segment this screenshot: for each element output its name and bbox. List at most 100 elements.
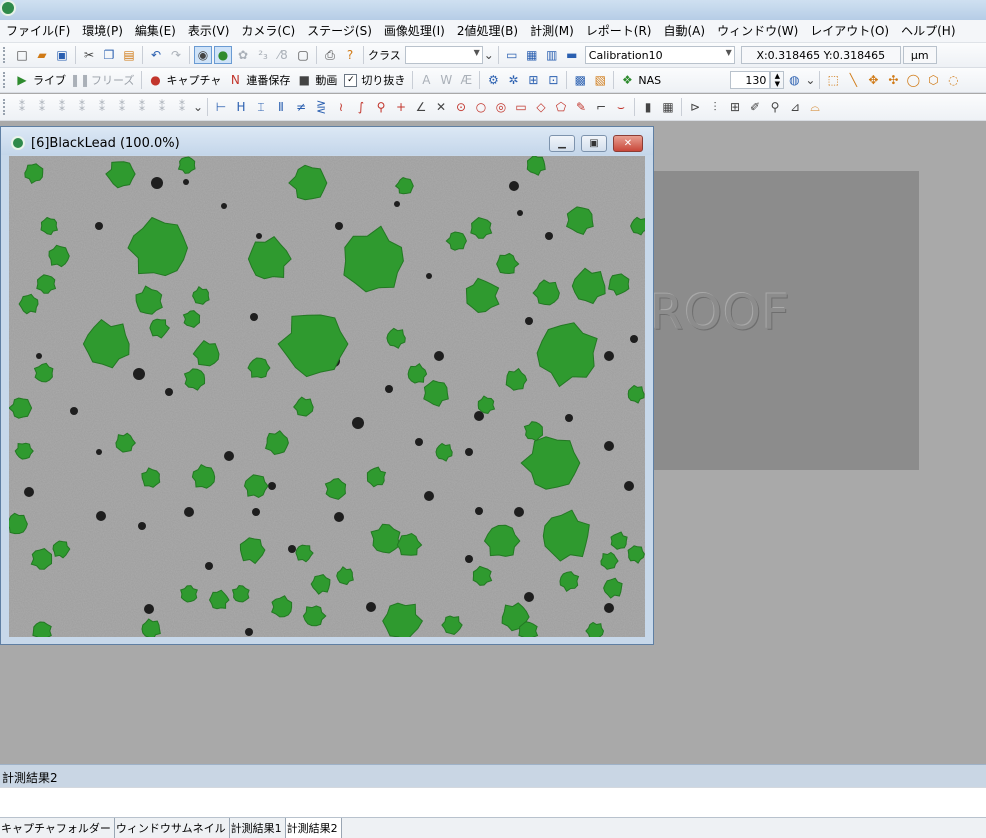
capture-record-icon[interactable]: ● xyxy=(146,71,164,89)
menu-binary-processing[interactable]: 2値処理(B) xyxy=(451,20,524,42)
point-link-icon[interactable]: ⚲ xyxy=(372,98,390,116)
dim-tool-3-icon[interactable]: ⁑ xyxy=(53,98,71,116)
close-button[interactable]: ✕ xyxy=(613,135,643,152)
dim-tool-1-icon[interactable]: ⁑ xyxy=(13,98,31,116)
save-icon[interactable]: ▣ xyxy=(53,46,71,64)
globe-icon[interactable]: ◍ xyxy=(785,71,803,89)
calibration-icon[interactable]: ▬ xyxy=(563,46,581,64)
scale-bar-icon[interactable]: ▦ xyxy=(523,46,541,64)
circle-3pt-icon[interactable]: ◎ xyxy=(492,98,510,116)
move-vertical-icon[interactable]: ✥ xyxy=(864,71,882,89)
rectangle-icon[interactable]: ▭ xyxy=(512,98,530,116)
shading-icon[interactable]: ✲ xyxy=(504,71,522,89)
line-select-icon[interactable]: ╲ xyxy=(844,71,862,89)
help-icon[interactable]: ? xyxy=(341,46,359,64)
fit-icon[interactable]: ⊡ xyxy=(544,71,562,89)
menu-report[interactable]: レポート(R) xyxy=(580,20,658,42)
new-file-icon[interactable]: □ xyxy=(13,46,31,64)
arrow-step-icon[interactable]: ⊳ xyxy=(686,98,704,116)
freehand-select-icon[interactable]: ◌ xyxy=(944,71,962,89)
calibration-select[interactable]: Calibration10 ▼ xyxy=(584,46,735,64)
freeze-button[interactable]: フリーズ xyxy=(91,72,134,88)
counter-icon[interactable]: ▦ xyxy=(659,98,677,116)
dim-tool-4-icon[interactable]: ⁑ xyxy=(73,98,91,116)
parallel-measure-icon[interactable]: H xyxy=(232,98,250,116)
paste-icon[interactable]: ▤ xyxy=(120,46,138,64)
menu-window[interactable]: ウィンドウ(W) xyxy=(711,20,804,42)
grid-icon[interactable]: ▥ xyxy=(543,46,561,64)
class-select[interactable]: ▼ xyxy=(404,46,483,64)
nas-icon[interactable]: ❖ xyxy=(618,71,636,89)
dim-tool-2-icon[interactable]: ⁑ xyxy=(33,98,51,116)
circle-icon[interactable]: ○ xyxy=(472,98,490,116)
export-icon[interactable]: ▩ xyxy=(571,71,589,89)
dim-tool-9-icon[interactable]: ⁑ xyxy=(173,98,191,116)
toolbar-grip[interactable] xyxy=(3,99,8,115)
redo-icon[interactable]: ↷ xyxy=(167,46,185,64)
micrograph-canvas[interactable] xyxy=(9,156,645,637)
tab-window-thumbnail[interactable]: ウィンドウサムネイル xyxy=(115,818,230,838)
polygon-icon[interactable]: ⬠ xyxy=(552,98,570,116)
toolbar-overflow-icon[interactable]: ⌄ xyxy=(484,46,494,64)
vertical-measure-icon[interactable]: ⌶ xyxy=(252,98,270,116)
menu-auto[interactable]: 自動(A) xyxy=(657,20,711,42)
cut-icon[interactable]: ✂ xyxy=(80,46,98,64)
live-button[interactable]: ライブ xyxy=(33,72,66,88)
camera-view-icon[interactable]: ◉ xyxy=(194,46,212,64)
numbering-icon[interactable]: ²₃ xyxy=(254,46,272,64)
menu-view[interactable]: 表示(V) xyxy=(182,20,236,42)
rect-select-icon[interactable]: ⬚ xyxy=(824,71,842,89)
line-measure-icon[interactable]: ⊢ xyxy=(212,98,230,116)
curve-icon[interactable]: ≀ xyxy=(332,98,350,116)
menu-measure[interactable]: 計測(M) xyxy=(524,20,580,42)
bridge-icon[interactable]: ⌓ xyxy=(806,98,824,116)
spline-icon[interactable]: ∫ xyxy=(352,98,370,116)
freeze-pause-icon[interactable]: ❚❚ xyxy=(70,71,90,89)
dim-tool-7-icon[interactable]: ⁑ xyxy=(133,98,151,116)
tab-capture-folder[interactable]: キャプチャフォルダー xyxy=(0,818,115,838)
open-folder-icon[interactable]: ▰ xyxy=(33,46,51,64)
tab-results-2[interactable]: 計測結果2 xyxy=(285,818,342,838)
serial-save-icon[interactable]: N xyxy=(226,71,244,89)
pencil-icon[interactable]: ✐ xyxy=(746,98,764,116)
cross-angle-icon[interactable]: ✕ xyxy=(432,98,450,116)
image-window-titlebar[interactable]: [6]BlackLead (100.0%) ▁ ▣ ✕ xyxy=(1,127,653,155)
undo-icon[interactable]: ↶ xyxy=(147,46,165,64)
horizontal-measure-icon[interactable]: Ⅱ xyxy=(272,98,290,116)
ruler-marker-icon[interactable]: ▮ xyxy=(639,98,657,116)
ruler-icon[interactable]: ▭ xyxy=(503,46,521,64)
copy-icon[interactable]: ❐ xyxy=(100,46,118,64)
ellipse-select-icon[interactable]: ◯ xyxy=(904,71,922,89)
print-icon[interactable]: ⎙ xyxy=(321,46,339,64)
toolbar-overflow-icon[interactable]: ⌄ xyxy=(193,98,203,116)
auto-measure-icon[interactable]: ⊿ xyxy=(786,98,804,116)
multi-line-icon[interactable]: ≠ xyxy=(292,98,310,116)
text-a-icon[interactable]: A xyxy=(417,71,435,89)
menu-environment[interactable]: 環境(P) xyxy=(76,20,129,42)
serial-save-button[interactable]: 連番保存 xyxy=(246,72,290,88)
dim-tool-8-icon[interactable]: ⁑ xyxy=(153,98,171,116)
movie-button[interactable]: 動画 xyxy=(315,72,337,88)
movie-camera-icon[interactable]: ■ xyxy=(295,71,313,89)
toolbar-grip[interactable] xyxy=(3,47,8,63)
ae-icon[interactable]: Æ xyxy=(457,71,475,89)
overlay-icon[interactable]: ✿ xyxy=(234,46,252,64)
dim-tool-5-icon[interactable]: ⁑ xyxy=(93,98,111,116)
polygon-select-icon[interactable]: ⬡ xyxy=(924,71,942,89)
angle-icon[interactable]: ∠ xyxy=(412,98,430,116)
label-icon[interactable]: ⁄8 xyxy=(274,46,292,64)
scale-icon[interactable]: ⊞ xyxy=(726,98,744,116)
value-spinner[interactable]: ▲ ▼ xyxy=(770,71,785,89)
import-icon[interactable]: ▧ xyxy=(591,71,609,89)
frame-icon[interactable]: ▢ xyxy=(294,46,312,64)
arc-icon[interactable]: ⌣ xyxy=(612,98,630,116)
circle-center-icon[interactable]: ⊙ xyxy=(452,98,470,116)
point-icon[interactable]: + xyxy=(392,98,410,116)
menu-stage[interactable]: ステージ(S) xyxy=(301,20,378,42)
value-field[interactable]: 130 xyxy=(730,71,771,89)
menu-file[interactable]: ファイル(F) xyxy=(0,20,76,42)
menu-edit[interactable]: 編集(E) xyxy=(129,20,182,42)
tile-icon[interactable]: ⊞ xyxy=(524,71,542,89)
restore-button[interactable]: ▣ xyxy=(581,135,607,152)
image-window[interactable]: [6]BlackLead (100.0%) ▁ ▣ ✕ xyxy=(0,126,654,645)
